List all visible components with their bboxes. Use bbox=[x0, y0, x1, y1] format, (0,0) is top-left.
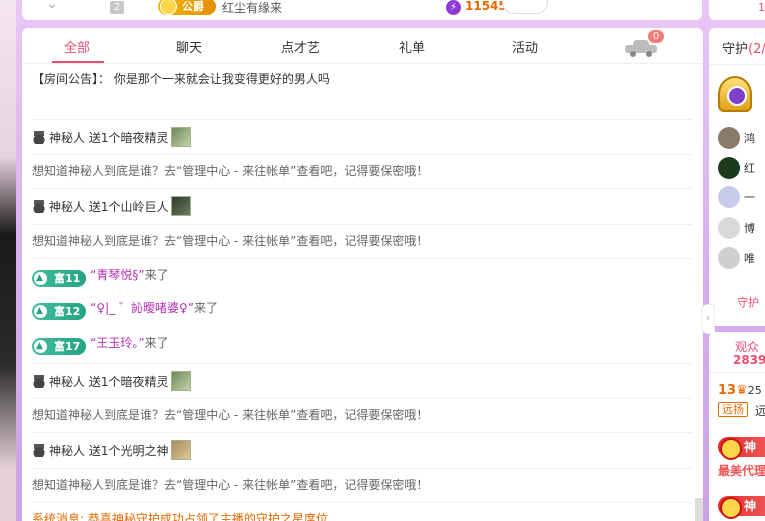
avatar bbox=[718, 127, 740, 149]
crown-icon bbox=[160, 0, 177, 15]
chat-tabs: 全部 聊天 点才艺 礼单 活动 0 bbox=[22, 28, 703, 64]
video-area-edge bbox=[0, 0, 16, 521]
gift-message: 神秘人 送1个光明之神 bbox=[32, 432, 692, 460]
guard-star-crest-icon[interactable] bbox=[718, 76, 752, 112]
hint-message: 想知道神秘人到底是谁？去“管理中心 - 来往帐单”查看吧，记得要保密哦！ bbox=[32, 154, 692, 180]
avatar bbox=[718, 157, 740, 179]
level-badge: 13♛25 bbox=[718, 383, 762, 398]
welcome-message: 富12 “♀|_ ゛訫曖啫婆♀”来了 bbox=[32, 299, 692, 320]
tab-activity[interactable]: 活动 bbox=[512, 37, 538, 56]
gift-message: 神秘人 送1个暗夜精灵 bbox=[32, 119, 692, 147]
guard-panel: 守护(2/ 鸿 红 一 博 唯 bbox=[709, 28, 765, 326]
avatar bbox=[718, 186, 740, 208]
score: 11545 bbox=[465, 0, 507, 13]
hint-message: 想知道神秘人到底是谁？去“管理中心 - 来往帐单”查看吧，记得要保密哦！ bbox=[32, 224, 692, 250]
active-tab-underline bbox=[52, 61, 104, 63]
audience-count: 2839 bbox=[733, 353, 765, 367]
wealth-level-badge: 富11 bbox=[32, 270, 87, 287]
gift-icon bbox=[171, 440, 192, 460]
tab-chat[interactable]: 聊天 bbox=[176, 37, 202, 56]
welcome-message: 富17 “王玉玲。”来了 bbox=[32, 334, 692, 355]
wealth-level-badge: 富12 bbox=[32, 303, 87, 320]
bolt-icon: ⚡ bbox=[446, 0, 461, 15]
rank-number: 2 bbox=[110, 1, 124, 14]
gift-message: 神秘人 送1个山岭巨人 bbox=[32, 188, 692, 216]
gift-message: 神秘人 送1个暗夜精灵 bbox=[32, 363, 692, 391]
username[interactable]: 红尘有缘来 bbox=[222, 0, 282, 16]
welcome-message: 富11 “青琴悦§”来了 bbox=[32, 258, 692, 287]
tab-gift-list[interactable]: 礼单 bbox=[399, 37, 425, 56]
avatar bbox=[718, 217, 740, 239]
guard-row[interactable]: 博 bbox=[718, 217, 755, 239]
god-badge: 神 bbox=[718, 496, 765, 519]
guard-row[interactable]: 唯 bbox=[718, 247, 755, 269]
right-sidebar: 守护(2/ 鸿 红 一 博 唯 守护 › 观众 2839 13♛25 远扬 远 … bbox=[701, 28, 765, 521]
guard-row[interactable]: 红 bbox=[718, 157, 755, 179]
wealth-level-badge: 富17 bbox=[32, 338, 87, 355]
mystery-user-icon bbox=[32, 199, 46, 213]
fan-tag: 远扬 bbox=[718, 402, 748, 417]
system-message: 系统消息: 恭喜神秘守护成功占领了主播的守护之星席位 bbox=[32, 502, 692, 521]
guard-row[interactable]: 一 bbox=[718, 186, 755, 208]
tab-all[interactable]: 全部 bbox=[64, 37, 90, 56]
guard-more-link[interactable]: 守护 bbox=[737, 294, 759, 310]
mystery-user-icon bbox=[32, 130, 46, 144]
scrollbar[interactable] bbox=[695, 498, 703, 521]
guard-title: 守护(2/ bbox=[722, 42, 765, 57]
right-top-peek: 1 bbox=[709, 0, 765, 20]
avatar bbox=[718, 247, 740, 269]
car-count-badge: 0 bbox=[648, 30, 664, 43]
hint-message: 想知道神秘人到底是谁？去“管理中心 - 来往帐单”查看吧，记得要保密哦！ bbox=[32, 468, 692, 494]
agent-label: 最美代理 bbox=[718, 464, 765, 478]
hint-message: 想知道神秘人到底是谁？去“管理中心 - 来往帐单”查看吧，记得要保密哦！ bbox=[32, 398, 692, 424]
welcome-username[interactable]: “青琴悦§” bbox=[90, 268, 144, 282]
gift-icon bbox=[171, 127, 192, 147]
tab-talent[interactable]: 点才艺 bbox=[281, 37, 320, 56]
chevron-down-icon[interactable]: ⌄ bbox=[46, 0, 58, 12]
welcome-username[interactable]: “王玉玲。” bbox=[90, 336, 144, 350]
collapse-chevron-icon[interactable]: › bbox=[701, 304, 715, 334]
mystery-user-icon bbox=[32, 374, 46, 388]
guard-row[interactable]: 鸿 bbox=[718, 127, 755, 149]
gift-icon bbox=[171, 196, 192, 216]
god-badge: 神 bbox=[718, 437, 765, 460]
room-notice: 【房间公告】： 你是那个一来就会让我变得更好的男人吗 bbox=[32, 72, 330, 86]
action-pill[interactable] bbox=[502, 0, 548, 14]
welcome-username[interactable]: “♀|_ ゛訫曖啫婆♀” bbox=[90, 301, 194, 315]
chat-panel: 全部 聊天 点才艺 礼单 活动 0 【房间公告】： 你是那个一来就会让我变得更好… bbox=[22, 28, 703, 521]
gift-icon bbox=[171, 371, 192, 391]
mystery-user-icon bbox=[32, 443, 46, 457]
top-rank-row: ⌄ 2 公爵 红尘有缘来 ⚡ 11545 bbox=[22, 0, 702, 20]
noble-badge: 公爵 bbox=[158, 0, 216, 15]
